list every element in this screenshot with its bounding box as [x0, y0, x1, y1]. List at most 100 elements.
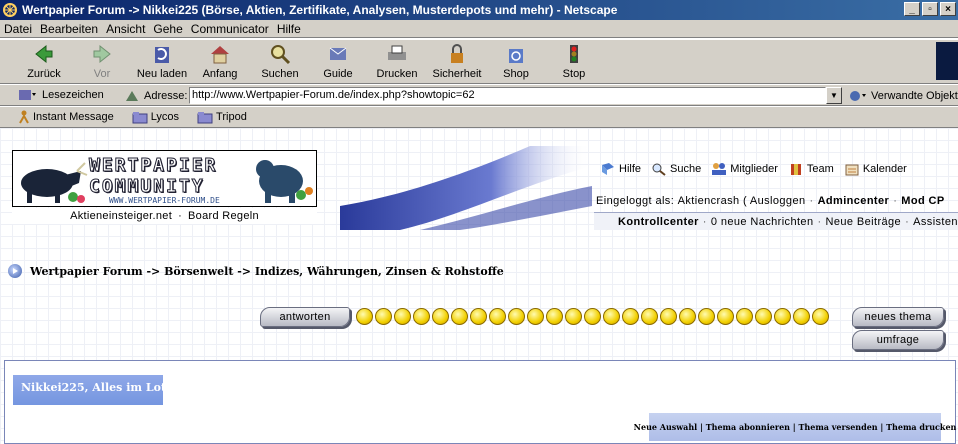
related-icon	[850, 91, 866, 101]
security-label: Sicherheit	[432, 68, 482, 80]
menu-communicator[interactable]: Communicator	[187, 22, 273, 36]
site-links: Aktieneinsteiger.net · Board Regeln	[12, 208, 317, 224]
topic-actions[interactable]: Neue Auswahl | Thema abonnieren | Thema …	[634, 413, 956, 441]
bookmarks-button[interactable]: Lesezeichen	[18, 88, 104, 102]
guide-button[interactable]: Guide	[320, 42, 356, 82]
smiley-icon[interactable]	[508, 308, 525, 325]
page-content: WERTPAPIER COMMUNITY WWW.WERTPAPIER-FORU…	[0, 128, 958, 444]
link-board-regeln[interactable]: Board Regeln	[188, 210, 259, 222]
link-aktieneinsteiger[interactable]: Aktieneinsteiger.net	[70, 210, 172, 222]
print-button[interactable]: Drucken	[374, 42, 420, 82]
close-button[interactable]: ×	[940, 2, 956, 16]
login-sep: ·	[893, 195, 898, 207]
related-label: Verwandte Objekte	[871, 90, 958, 102]
menu-hilfe[interactable]: Hilfe	[273, 22, 305, 36]
header-wave-graphic	[340, 146, 592, 230]
smiley-icon[interactable]	[774, 308, 791, 325]
messages-link[interactable]: 0 neue Nachrichten	[711, 216, 814, 228]
reply-button[interactable]: antworten	[260, 307, 350, 327]
smiley-icon[interactable]	[755, 308, 772, 325]
security-button[interactable]: Sicherheit	[430, 42, 484, 82]
smiley-icon[interactable]	[641, 308, 658, 325]
smiley-icon[interactable]	[356, 308, 373, 325]
reload-label: Neu laden	[136, 68, 188, 80]
forum-nav: Hilfe Suche Mitglieder Team Kalender	[600, 162, 907, 176]
breadcrumb-arrow-icon	[8, 264, 22, 278]
logged-in-user[interactable]: Aktiencrash	[678, 195, 740, 207]
smiley-icon[interactable]	[812, 308, 829, 325]
new-topic-button[interactable]: neues thema	[852, 307, 944, 327]
breadcrumb-text[interactable]: Wertpapier Forum -> Börsenwelt -> Indize…	[30, 265, 504, 278]
smiley-icon[interactable]	[527, 308, 544, 325]
login-sep: ·	[809, 195, 814, 207]
back-button[interactable]: Zurück	[22, 42, 66, 82]
poll-button[interactable]: umfrage	[852, 330, 944, 350]
nav-hilfe-label: Hilfe	[619, 163, 642, 175]
smiley-icon[interactable]	[432, 308, 449, 325]
instant-message-button[interactable]: Instant Message	[18, 110, 114, 124]
site-logo[interactable]: WERTPAPIER COMMUNITY WWW.WERTPAPIER-FORU…	[12, 150, 317, 207]
smiley-icon[interactable]	[698, 308, 715, 325]
related-objects-button[interactable]: Verwandte Objekte	[848, 89, 958, 103]
tripod-button[interactable]: Tripod	[197, 110, 247, 124]
smiley-icon[interactable]	[546, 308, 563, 325]
menu-gehe[interactable]: Gehe	[149, 22, 186, 36]
maximize-button[interactable]: ▫	[922, 2, 938, 16]
smiley-icon[interactable]	[736, 308, 753, 325]
smiley-icon[interactable]	[413, 308, 430, 325]
url-dropdown-icon[interactable]: ▼	[826, 87, 842, 104]
smiley-icon[interactable]	[489, 308, 506, 325]
lycos-button[interactable]: Lycos	[132, 110, 179, 124]
instant-message-label: Instant Message	[33, 111, 114, 123]
modcp-link[interactable]: Mod CP	[901, 195, 944, 207]
smiley-icon[interactable]	[717, 308, 734, 325]
link-separator: ·	[178, 210, 183, 222]
smiley-icon[interactable]	[679, 308, 696, 325]
new-posts-link[interactable]: Neue Beiträge	[826, 216, 902, 228]
nav-kalender[interactable]: Kalender	[844, 162, 907, 176]
stop-button[interactable]: Stop	[558, 42, 590, 82]
minimize-button[interactable]: _	[904, 2, 920, 16]
nav-mitglieder[interactable]: Mitglieder	[711, 162, 778, 176]
home-label: Anfang	[202, 68, 238, 80]
lycos-label: Lycos	[150, 111, 180, 123]
nav-team[interactable]: Team	[788, 162, 834, 176]
nav-suche[interactable]: Suche	[651, 162, 701, 176]
smiley-icon[interactable]	[565, 308, 582, 325]
smiley-icon[interactable]	[660, 308, 677, 325]
smiley-icon[interactable]	[793, 308, 810, 325]
nav-hilfe[interactable]: Hilfe	[600, 162, 641, 176]
forward-button[interactable]: Vor	[84, 42, 120, 82]
home-button[interactable]: Anfang	[200, 42, 240, 82]
shop-button[interactable]: Shop	[498, 42, 534, 82]
bookmarks-label: Lesezeichen	[42, 89, 104, 101]
forward-arrow-icon	[93, 44, 111, 64]
search-button[interactable]: Suchen	[258, 42, 302, 82]
smiley-icon[interactable]	[375, 308, 392, 325]
lock-icon	[451, 44, 463, 63]
page-location-icon	[126, 91, 138, 101]
smiley-icon[interactable]	[603, 308, 620, 325]
kontrollcenter-link[interactable]: Kontrollcenter	[618, 216, 699, 228]
menu-bearbeiten[interactable]: Bearbeiten	[36, 22, 102, 36]
admincenter-link[interactable]: Admincenter	[818, 195, 890, 207]
url-input[interactable]: http://www.Wertpapier-Forum.de/index.php…	[189, 87, 826, 104]
menu-datei[interactable]: Datei	[0, 22, 36, 36]
bull-icon	[21, 162, 88, 203]
back-label: Zurück	[27, 68, 61, 80]
smiley-icon[interactable]	[470, 308, 487, 325]
smiley-icon[interactable]	[584, 308, 601, 325]
netscape-throbber-logo	[936, 42, 958, 80]
print-label: Drucken	[376, 68, 418, 80]
menu-ansicht[interactable]: Ansicht	[102, 22, 149, 36]
personal-toolbar: Instant Message Lycos Tripod	[0, 106, 958, 128]
logout-link[interactable]: ( Ausloggen	[743, 195, 806, 207]
assistant-link[interactable]: Assistent	[913, 216, 958, 228]
reload-button[interactable]: Neu laden	[134, 42, 190, 82]
smiley-icon[interactable]	[451, 308, 468, 325]
netscape-app-icon	[3, 3, 17, 17]
forward-label: Vor	[93, 68, 111, 80]
person-icon	[19, 110, 29, 124]
smiley-icon[interactable]	[622, 308, 639, 325]
smiley-icon[interactable]	[394, 308, 411, 325]
